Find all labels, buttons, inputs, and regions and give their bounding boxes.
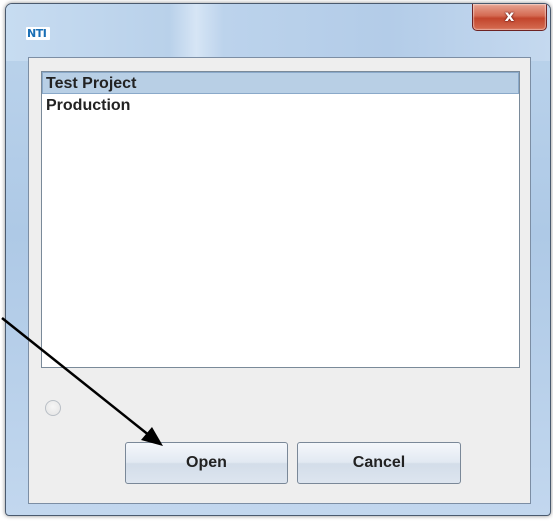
list-item[interactable]: Production <box>42 94 519 116</box>
open-button[interactable]: Open <box>125 442 288 484</box>
list-item[interactable]: Test Project <box>42 72 519 94</box>
project-list[interactable]: Test Project Production <box>41 71 520 368</box>
app-logo-icon: NTI <box>26 27 50 40</box>
dialog-window: NTI x Test Project Production Open Cance… <box>5 3 551 516</box>
cancel-button[interactable]: Cancel <box>297 442 461 484</box>
title-bar[interactable]: NTI x <box>6 4 550 61</box>
dialog-content: Test Project Production Open Cancel <box>28 57 531 504</box>
radio-button[interactable] <box>45 400 61 416</box>
close-icon: x <box>504 7 515 25</box>
close-button[interactable]: x <box>472 4 547 31</box>
